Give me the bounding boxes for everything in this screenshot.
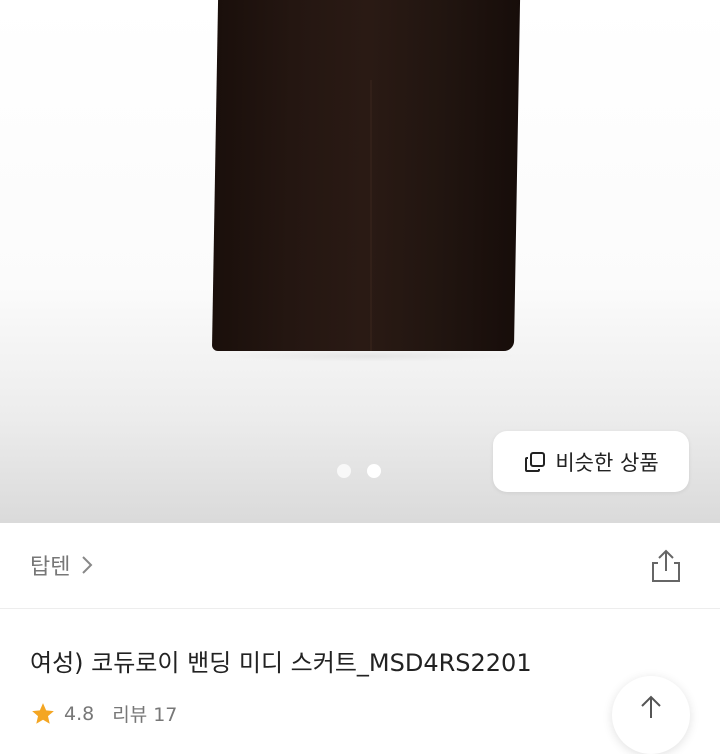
product-image-skirt <box>211 0 521 351</box>
product-image-gallery[interactable]: 비슷한 상품 <box>0 0 720 523</box>
rating-value: 4.8 <box>64 702 95 725</box>
review-count[interactable]: 리뷰 17 <box>112 700 177 727</box>
share-icon[interactable] <box>648 547 684 585</box>
skirt-shadow <box>220 350 520 362</box>
arrow-up-icon <box>641 695 661 718</box>
similar-products-button[interactable]: 비슷한 상품 <box>493 431 689 492</box>
copy-icon <box>525 451 546 472</box>
product-title: 여성) 코듀로이 밴딩 미디 스커트_MSD4RS2201 <box>30 649 532 677</box>
skirt-seam <box>370 80 372 351</box>
pager-dot-1[interactable] <box>337 464 351 478</box>
similar-products-label: 비슷한 상품 <box>555 450 659 475</box>
chevron-right-icon <box>82 556 93 574</box>
store-link[interactable]: 탑텐 <box>30 549 94 581</box>
store-row: 탑텐 <box>0 523 720 609</box>
rating-row[interactable]: 4.8 리뷰 17 <box>30 700 177 727</box>
store-name: 탑텐 <box>30 555 71 580</box>
pager-dot-2[interactable] <box>367 464 381 478</box>
scroll-to-top-button[interactable] <box>612 676 690 754</box>
star-icon <box>32 702 54 724</box>
gallery-pager <box>337 464 381 478</box>
